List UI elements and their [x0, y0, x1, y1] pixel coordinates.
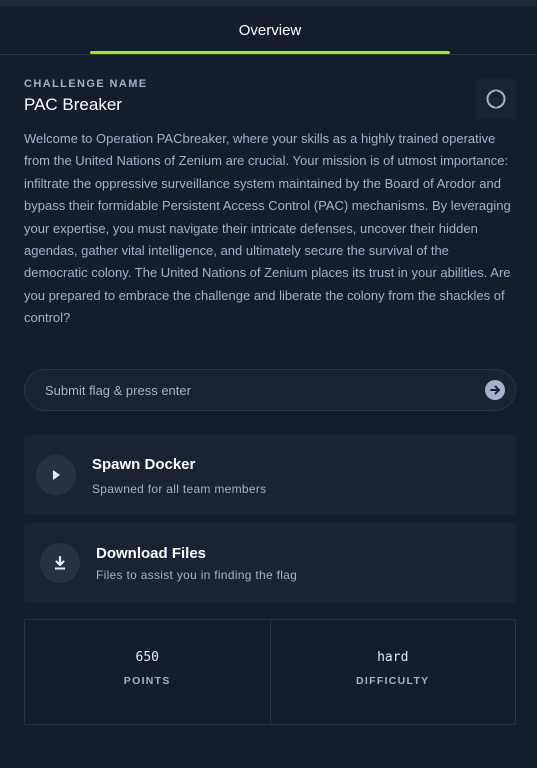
- difficulty-stat: hard DIFFICULTY: [269, 620, 516, 724]
- spawn-docker-title: Spawn Docker: [92, 456, 196, 473]
- tab-overview-label: Overview: [238, 22, 302, 39]
- difficulty-value: hard: [377, 650, 409, 665]
- download-files-subtitle: Files to assist you in finding the flag: [96, 568, 298, 582]
- challenge-title: PAC Breaker: [24, 95, 122, 114]
- spawn-icon-circle: [36, 455, 76, 495]
- points-label: POINTS: [123, 675, 171, 687]
- points-stat: 650 POINTS: [25, 620, 270, 724]
- difficulty-label: DIFFICULTY: [356, 675, 430, 687]
- category-badge: [476, 79, 516, 119]
- play-icon: [53, 470, 60, 480]
- challenge-name-caption: CHALLENGE NAME: [24, 78, 148, 90]
- challenge-description: Welcome to Operation PACbreaker, where y…: [24, 131, 511, 326]
- arrow-right-icon: [490, 385, 500, 395]
- download-icon-circle: [40, 543, 80, 583]
- brain-icon: [486, 89, 506, 109]
- flag-input[interactable]: [45, 370, 475, 410]
- download-icon: [55, 555, 65, 570]
- challenge-stats: 650 POINTS hard DIFFICULTY: [24, 619, 516, 725]
- flag-input-box: [24, 369, 516, 411]
- points-value: 650: [135, 650, 159, 665]
- spawn-docker-button[interactable]: Spawn Docker Spawned for all team member…: [24, 435, 516, 515]
- submit-flag-button[interactable]: [485, 380, 505, 400]
- download-files-button[interactable]: Download Files Files to assist you in fi…: [24, 523, 516, 603]
- tab-bar: Overview: [0, 6, 537, 55]
- tab-overview[interactable]: Overview: [90, 6, 450, 54]
- download-files-title: Download Files: [96, 545, 207, 562]
- spawn-docker-subtitle: Spawned for all team members: [92, 482, 267, 496]
- active-tab-indicator: [90, 51, 450, 54]
